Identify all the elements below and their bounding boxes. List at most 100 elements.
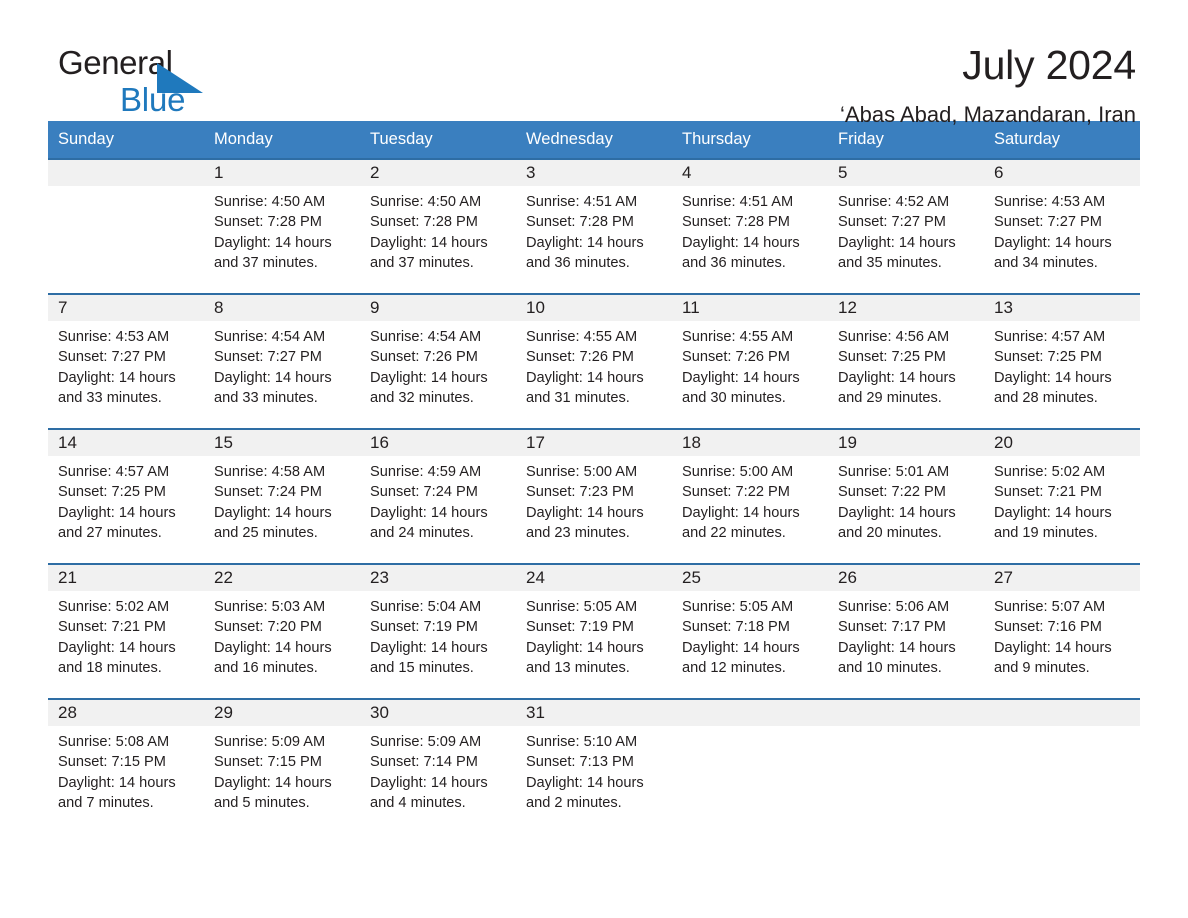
day-details: Sunrise: 4:53 AM Sunset: 7:27 PM Daylight:… xyxy=(984,186,1140,273)
daylight-text: Daylight: 14 hours xyxy=(58,639,176,656)
day-number: 16 xyxy=(360,430,516,456)
sunrise-text: Sunrise: 4:55 AM xyxy=(526,329,638,345)
calendar-day-cell[interactable]: 30 Sunrise: 5:09 AM Sunset: 7:14 PM Dayligh… xyxy=(360,698,516,834)
day-number: 9 xyxy=(360,295,516,321)
sunset-text: Sunset: 7:25 PM xyxy=(994,349,1102,366)
sunset-text: Sunset: 7:21 PM xyxy=(994,484,1102,501)
sunrise-text: Sunrise: 5:02 AM xyxy=(994,464,1106,480)
day-details: Sunrise: 4:50 AM Sunset: 7:28 PM Daylight:… xyxy=(204,186,360,273)
calendar-day-cell[interactable]: 14 Sunrise: 4:57 AM Sunset: 7:25 PM Dayligh… xyxy=(48,428,204,564)
daylight-text: Daylight: 14 hours xyxy=(838,369,956,386)
day-number: 5 xyxy=(828,160,984,186)
sunset-text: Sunset: 7:27 PM xyxy=(58,349,166,366)
day-number: 30 xyxy=(360,700,516,726)
day-number: 27 xyxy=(984,565,1140,591)
calendar-day-cell[interactable]: 10 Sunrise: 4:55 AM Sunset: 7:26 PM Dayligh… xyxy=(516,293,672,429)
calendar-day-cell[interactable]: 20 Sunrise: 5:02 AM Sunset: 7:21 PM Dayligh… xyxy=(984,428,1140,564)
calendar-day-cell[interactable]: 3 Sunrise: 4:51 AM Sunset: 7:28 PM Daylight… xyxy=(516,158,672,294)
daylight-text: Daylight: 14 hours xyxy=(370,234,488,251)
daylight-text: Daylight: 14 hours xyxy=(838,234,956,251)
daylight-text: Daylight: 14 hours xyxy=(526,774,644,791)
day-details: Sunrise: 5:02 AM Sunset: 7:21 PM Daylight:… xyxy=(984,456,1140,543)
calendar-day-cell[interactable]: 6 Sunrise: 4:53 AM Sunset: 7:27 PM Daylight… xyxy=(984,158,1140,294)
day-number: 14 xyxy=(48,430,204,456)
day-number: 10 xyxy=(516,295,672,321)
sunrise-text: Sunrise: 4:55 AM xyxy=(682,329,794,345)
calendar-day-cell[interactable]: 23 Sunrise: 5:04 AM Sunset: 7:19 PM Dayligh… xyxy=(360,563,516,699)
calendar-day-cell[interactable]: 26 Sunrise: 5:06 AM Sunset: 7:17 PM Dayligh… xyxy=(828,563,984,699)
calendar-day-cell[interactable]: 15 Sunrise: 4:58 AM Sunset: 7:24 PM Dayligh… xyxy=(204,428,360,564)
daylight-text: Daylight: 14 hours xyxy=(682,504,800,521)
day-number: 18 xyxy=(672,430,828,456)
calendar-day-cell[interactable]: 1 Sunrise: 4:50 AM Sunset: 7:28 PM Daylight… xyxy=(204,158,360,294)
day-details: Sunrise: 4:51 AM Sunset: 7:28 PM Daylight:… xyxy=(672,186,828,273)
day-details: Sunrise: 4:57 AM Sunset: 7:25 PM Daylight:… xyxy=(984,321,1140,408)
calendar-day-cell[interactable]: 13 Sunrise: 4:57 AM Sunset: 7:25 PM Dayligh… xyxy=(984,293,1140,429)
calendar-day-cell[interactable]: 17 Sunrise: 5:00 AM Sunset: 7:23 PM Dayligh… xyxy=(516,428,672,564)
sunrise-text: Sunrise: 4:57 AM xyxy=(58,464,170,480)
calendar-week-row: 14 Sunrise: 4:57 AM Sunset: 7:25 PM Dayligh… xyxy=(48,428,1140,564)
sunrise-text: Sunrise: 5:07 AM xyxy=(994,599,1106,615)
calendar-day-cell[interactable]: 2 Sunrise: 4:50 AM Sunset: 7:28 PM Daylight… xyxy=(360,158,516,294)
daylight-text-cont: and 28 minutes. xyxy=(994,389,1098,406)
daylight-text: Daylight: 14 hours xyxy=(526,369,644,386)
sunrise-text: Sunrise: 5:04 AM xyxy=(370,599,482,615)
calendar-day-cell[interactable]: 25 Sunrise: 5:05 AM Sunset: 7:18 PM Dayligh… xyxy=(672,563,828,699)
day-number xyxy=(984,700,1140,726)
calendar-day-cell[interactable]: 18 Sunrise: 5:00 AM Sunset: 7:22 PM Dayligh… xyxy=(672,428,828,564)
calendar-day-cell[interactable]: 28 Sunrise: 5:08 AM Sunset: 7:15 PM Dayligh… xyxy=(48,698,204,834)
calendar-day-cell[interactable]: 8 Sunrise: 4:54 AM Sunset: 7:27 PM Daylight… xyxy=(204,293,360,429)
sunset-text: Sunset: 7:15 PM xyxy=(214,754,322,771)
daylight-text: Daylight: 14 hours xyxy=(994,639,1112,656)
calendar-day-cell[interactable]: 31 Sunrise: 5:10 AM Sunset: 7:13 PM Dayligh… xyxy=(516,698,672,834)
daylight-text: Daylight: 14 hours xyxy=(370,639,488,656)
daylight-text-cont: and 29 minutes. xyxy=(838,389,942,406)
sunrise-text: Sunrise: 4:58 AM xyxy=(214,464,326,480)
daylight-text-cont: and 22 minutes. xyxy=(682,524,786,541)
sunset-text: Sunset: 7:16 PM xyxy=(994,619,1102,636)
daylight-text-cont: and 7 minutes. xyxy=(58,794,154,811)
calendar-day-cell[interactable]: 4 Sunrise: 4:51 AM Sunset: 7:28 PM Daylight… xyxy=(672,158,828,294)
day-details: Sunrise: 5:07 AM Sunset: 7:16 PM Daylight:… xyxy=(984,591,1140,678)
calendar-day-cell[interactable]: 7 Sunrise: 4:53 AM Sunset: 7:27 PM Daylight… xyxy=(48,293,204,429)
daylight-text-cont: and 18 minutes. xyxy=(58,659,162,676)
sunrise-text: Sunrise: 5:08 AM xyxy=(58,734,170,750)
daylight-text-cont: and 4 minutes. xyxy=(370,794,466,811)
daylight-text-cont: and 32 minutes. xyxy=(370,389,474,406)
sunrise-text: Sunrise: 4:53 AM xyxy=(994,194,1106,210)
day-number: 21 xyxy=(48,565,204,591)
calendar-day-cell[interactable]: 11 Sunrise: 4:55 AM Sunset: 7:26 PM Dayligh… xyxy=(672,293,828,429)
daylight-text-cont: and 9 minutes. xyxy=(994,659,1090,676)
calendar-day-cell[interactable]: 24 Sunrise: 5:05 AM Sunset: 7:19 PM Dayligh… xyxy=(516,563,672,699)
calendar-day-cell[interactable]: 27 Sunrise: 5:07 AM Sunset: 7:16 PM Dayligh… xyxy=(984,563,1140,699)
daylight-text-cont: and 33 minutes. xyxy=(58,389,162,406)
day-number: 25 xyxy=(672,565,828,591)
calendar-day-cell[interactable]: 9 Sunrise: 4:54 AM Sunset: 7:26 PM Daylight… xyxy=(360,293,516,429)
calendar-day-cell[interactable]: 22 Sunrise: 5:03 AM Sunset: 7:20 PM Dayligh… xyxy=(204,563,360,699)
calendar-day-cell[interactable]: 19 Sunrise: 5:01 AM Sunset: 7:22 PM Dayligh… xyxy=(828,428,984,564)
calendar-table: Sunday Monday Tuesday Wednesday Thursday… xyxy=(48,121,1140,834)
calendar-day-cell[interactable]: 12 Sunrise: 4:56 AM Sunset: 7:25 PM Dayligh… xyxy=(828,293,984,429)
sunset-text: Sunset: 7:13 PM xyxy=(526,754,634,771)
daylight-text: Daylight: 14 hours xyxy=(526,504,644,521)
daylight-text-cont: and 25 minutes. xyxy=(214,524,318,541)
daylight-text-cont: and 37 minutes. xyxy=(214,254,318,271)
calendar-day-cell[interactable]: 29 Sunrise: 5:09 AM Sunset: 7:15 PM Dayligh… xyxy=(204,698,360,834)
general-blue-logo[interactable]: General Blue xyxy=(58,46,258,116)
day-number: 7 xyxy=(48,295,204,321)
sunset-text: Sunset: 7:26 PM xyxy=(526,349,634,366)
daylight-text-cont: and 2 minutes. xyxy=(526,794,622,811)
sunset-text: Sunset: 7:23 PM xyxy=(526,484,634,501)
day-details: Sunrise: 4:53 AM Sunset: 7:27 PM Daylight:… xyxy=(48,321,204,408)
daylight-text: Daylight: 14 hours xyxy=(370,369,488,386)
daylight-text-cont: and 37 minutes. xyxy=(370,254,474,271)
calendar-day-cell[interactable]: 5 Sunrise: 4:52 AM Sunset: 7:27 PM Daylight… xyxy=(828,158,984,294)
calendar-day-cell[interactable]: 16 Sunrise: 4:59 AM Sunset: 7:24 PM Dayligh… xyxy=(360,428,516,564)
daylight-text-cont: and 33 minutes. xyxy=(214,389,318,406)
day-number: 17 xyxy=(516,430,672,456)
day-details: Sunrise: 5:05 AM Sunset: 7:18 PM Daylight:… xyxy=(672,591,828,678)
daylight-text: Daylight: 14 hours xyxy=(682,639,800,656)
calendar-day-cell[interactable]: 21 Sunrise: 5:02 AM Sunset: 7:21 PM Dayligh… xyxy=(48,563,204,699)
day-number: 26 xyxy=(828,565,984,591)
daylight-text-cont: and 19 minutes. xyxy=(994,524,1098,541)
